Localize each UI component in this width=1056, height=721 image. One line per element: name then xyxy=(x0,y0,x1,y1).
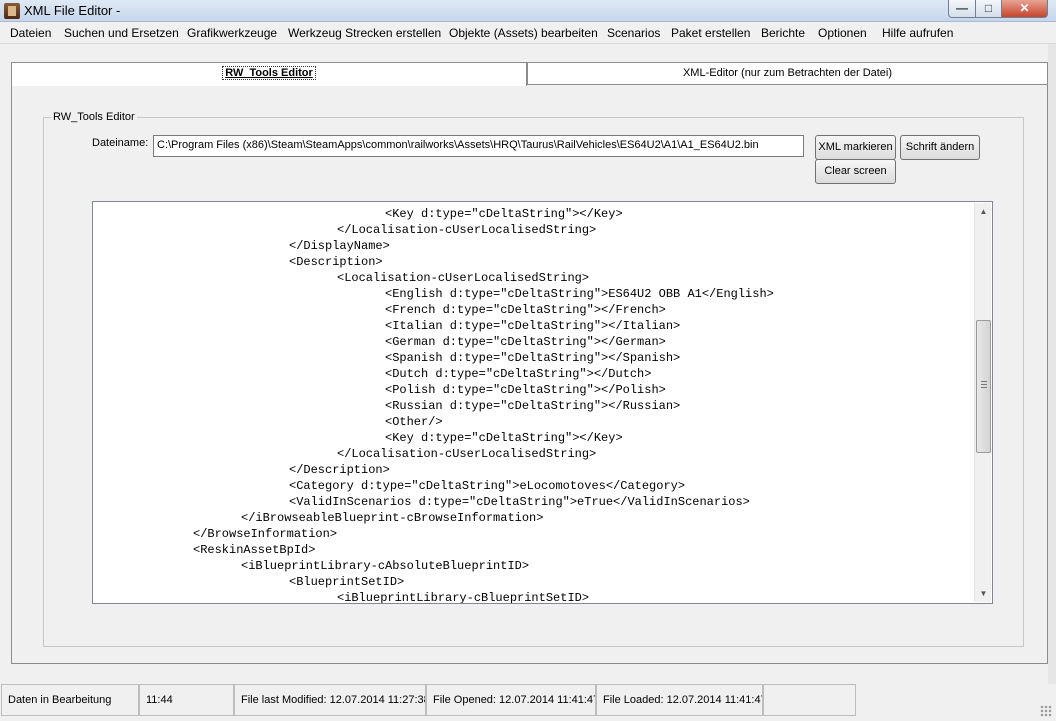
maximize-icon: □ xyxy=(984,1,993,15)
minimize-button[interactable]: — xyxy=(948,0,976,18)
window-edge xyxy=(1048,44,1056,684)
vertical-scrollbar[interactable]: ▲ ▼ xyxy=(974,203,991,602)
code-line: <Italian d:type="cDeltaString"></Italian… xyxy=(385,319,681,333)
code-line: <Russian d:type="cDeltaString"></Russian… xyxy=(385,399,681,413)
status-bar: Daten in Bearbeitung 11:44 File last Mod… xyxy=(0,684,1056,721)
code-line: </Localisation-cUserLocalisedString> xyxy=(337,447,597,461)
title-bar[interactable]: XML File Editor - — □ ✕ xyxy=(0,0,1056,22)
close-icon: ✕ xyxy=(1019,1,1030,15)
maximize-button[interactable]: □ xyxy=(975,0,1002,18)
status-file-opened: File Opened: 12.07.2014 11:41:47 xyxy=(426,684,596,716)
scrollbar-thumb[interactable] xyxy=(976,320,991,453)
status-extra xyxy=(763,684,856,716)
code-line: <German d:type="cDeltaString"></German> xyxy=(385,335,666,349)
menu-suchen-ersetzen[interactable]: Suchen und Ersetzen xyxy=(64,26,179,40)
code-line: <English d:type="cDeltaString">ES64U2 OB… xyxy=(385,287,774,301)
close-button[interactable]: ✕ xyxy=(1001,0,1048,18)
grip-icon xyxy=(981,381,987,389)
scroll-up-icon[interactable]: ▲ xyxy=(975,203,992,220)
menu-grafikwerkzeuge[interactable]: Grafikwerkzeuge xyxy=(187,26,277,40)
filename-field[interactable]: C:\Program Files (x86)\Steam\SteamApps\c… xyxy=(153,135,804,157)
code-line: </Description> xyxy=(289,463,390,477)
code-line: <ValidInScenarios d:type="cDeltaString">… xyxy=(289,495,750,509)
window-title: XML File Editor - xyxy=(24,3,121,18)
tab-rw-tools-editor[interactable]: RW_Tools Editor xyxy=(11,62,527,86)
menu-optionen[interactable]: Optionen xyxy=(818,26,867,40)
code-line: </DisplayName> xyxy=(289,239,390,253)
code-line: <Dutch d:type="cDeltaString"></Dutch> xyxy=(385,367,652,381)
tab-label: RW_Tools Editor xyxy=(222,66,316,80)
code-line: <Other/> xyxy=(385,415,443,429)
code-line: </Localisation-cUserLocalisedString> xyxy=(337,223,597,237)
code-line: </iBrowseableBlueprint-cBrowseInformatio… xyxy=(241,511,544,525)
menu-hilfe[interactable]: Hilfe aufrufen xyxy=(882,26,953,40)
status-time: 11:44 xyxy=(139,684,234,716)
code-line: </BrowseInformation> xyxy=(193,527,338,541)
code-line: <iBlueprintLibrary-cAbsoluteBlueprintID> xyxy=(241,559,530,573)
app-icon[interactable] xyxy=(4,3,20,19)
minimize-icon: — xyxy=(956,1,968,15)
menu-bar: Dateien Suchen und Ersetzen Grafikwerkze… xyxy=(0,23,1056,44)
scroll-down-icon[interactable]: ▼ xyxy=(975,585,992,602)
resize-grip-icon[interactable] xyxy=(1040,705,1052,717)
xml-mark-button[interactable]: XML markieren xyxy=(815,135,896,160)
menu-objekte-bearbeiten[interactable]: Objekte (Assets) bearbeiten xyxy=(449,26,598,40)
code-line: <Localisation-cUserLocalisedString> xyxy=(337,271,590,285)
code-line: <iBlueprintLibrary-cBlueprintSetID> xyxy=(337,591,590,604)
status-file-modified: File last Modified: 12.07.2014 11:27:38 xyxy=(234,684,426,716)
code-line: <Category d:type="cDeltaString">eLocomot… xyxy=(289,479,686,493)
menu-dateien[interactable]: Dateien xyxy=(10,26,51,40)
code-line: <BlueprintSetID> xyxy=(289,575,405,589)
tab-label: XML-Editor (nur zum Betrachten der Datei… xyxy=(682,67,893,79)
change-font-button[interactable]: Schrift ändern xyxy=(900,135,980,160)
code-line: <French d:type="cDeltaString"></French> xyxy=(385,303,666,317)
code-line: <ReskinAssetBpId> xyxy=(193,543,316,557)
clear-screen-button[interactable]: Clear screen xyxy=(815,159,896,184)
menu-scenarios[interactable]: Scenarios xyxy=(607,26,660,40)
code-line: <Key d:type="cDeltaString"></Key> xyxy=(385,431,623,445)
status-state: Daten in Bearbeitung xyxy=(1,684,139,716)
groupbox-title: RW_Tools Editor xyxy=(51,111,137,123)
menu-werkzeug-strecken[interactable]: Werkzeug Strecken erstellen xyxy=(288,26,441,40)
filename-label: Dateiname: xyxy=(92,137,149,149)
tab-xml-editor[interactable]: XML-Editor (nur zum Betrachten der Datei… xyxy=(527,62,1048,84)
code-line: <Description> xyxy=(289,255,383,269)
status-file-loaded: File Loaded: 12.07.2014 11:41:47 xyxy=(596,684,763,716)
xml-text-area[interactable]: <Key d:type="cDeltaString"></Key> </Local… xyxy=(92,201,993,604)
code-line: <Key d:type="cDeltaString"></Key> xyxy=(385,207,623,221)
menu-paket-erstellen[interactable]: Paket erstellen xyxy=(671,26,750,40)
code-line: <Spanish d:type="cDeltaString"></Spanish… xyxy=(385,351,681,365)
menu-berichte[interactable]: Berichte xyxy=(761,26,805,40)
code-line: <Polish d:type="cDeltaString"></Polish> xyxy=(385,383,666,397)
